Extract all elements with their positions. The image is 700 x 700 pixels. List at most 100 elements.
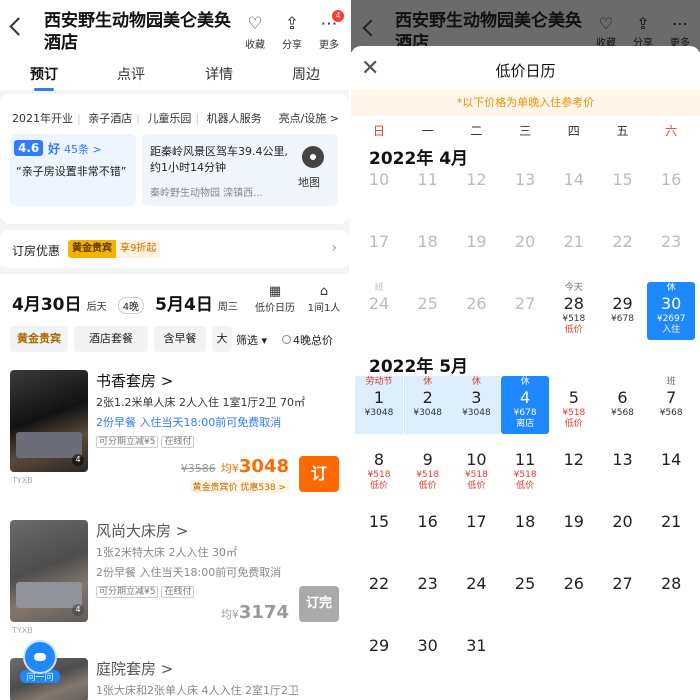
- booking-promo-row[interactable]: 订房优惠 黄金贵宾 享9折起 ›: [0, 230, 349, 268]
- date-number: 11: [417, 170, 438, 189]
- score-badge: 4.6: [14, 140, 44, 156]
- back-arrow-icon[interactable]: [9, 17, 28, 36]
- calendar-icon: ▦: [268, 284, 282, 299]
- date-status: 低价: [516, 481, 535, 491]
- guests-button[interactable]: ⌂ 1间1人: [302, 284, 346, 314]
- date-number: 20: [612, 512, 633, 531]
- facilities-link[interactable]: 亮点/设施 >: [279, 110, 339, 126]
- date-cell[interactable]: 8 ¥518 低价: [355, 438, 403, 496]
- dimmed-header: 西安野生动物园美仑美奂酒店 ♡ 收藏 ⇪ 分享 ⋯ 更多: [351, 0, 700, 53]
- share-icon: ⇪: [636, 14, 650, 33]
- gold-member-badge: 黄金贵宾 享9折起: [68, 240, 161, 258]
- date-number: 24: [466, 574, 487, 593]
- date-status: 离店: [516, 419, 535, 429]
- four-night-total-toggle[interactable]: 4晚总价: [282, 332, 333, 348]
- date-cell[interactable]: 14: [647, 438, 695, 496]
- tab-details[interactable]: 详情: [189, 64, 249, 84]
- book-button[interactable]: 订: [299, 456, 339, 492]
- rating-box[interactable]: 4.6 好 45条 > “亲子房设置非常不错”: [10, 134, 136, 206]
- date-cell[interactable]: 休 2 ¥3048: [403, 376, 452, 434]
- filter-package[interactable]: 酒店套餐: [74, 326, 148, 352]
- date-number: 12: [563, 450, 584, 469]
- date-cell: 19: [452, 220, 500, 278]
- date-cell[interactable]: 19: [550, 500, 598, 558]
- date-cell: 18: [404, 220, 452, 278]
- selected-date-cell[interactable]: 休 4 ¥678 离店: [501, 376, 550, 434]
- date-price: ¥568: [659, 408, 683, 418]
- more-button[interactable]: ⋯ 更多 4: [312, 10, 346, 51]
- filter-gold[interactable]: 黄金贵宾: [10, 326, 68, 352]
- date-cell[interactable]: 13: [599, 438, 647, 496]
- date-cell[interactable]: 6 ¥568: [599, 376, 647, 434]
- date-cell[interactable]: 30: [404, 624, 452, 682]
- review-count: 45条 >: [64, 143, 102, 156]
- date-number: 27: [514, 294, 536, 313]
- date-cell[interactable]: 劳动节 1 ¥3048: [355, 376, 403, 434]
- date-number: 6: [617, 388, 628, 407]
- date-tag: [355, 438, 403, 450]
- date-cell[interactable]: 15: [355, 500, 403, 558]
- filter-dropdown[interactable]: 筛选 ▾: [236, 332, 267, 348]
- date-tag: [404, 220, 452, 232]
- tab-nearby[interactable]: 周边: [276, 64, 336, 84]
- date-cell: 23: [647, 220, 695, 278]
- date-cell[interactable]: 24: [452, 562, 500, 620]
- date-cell[interactable]: 11 ¥518 低价: [501, 438, 549, 496]
- date-number: 19: [563, 512, 584, 531]
- share-button[interactable]: ⇪ 分享: [275, 14, 309, 51]
- date-cell[interactable]: 5 ¥518 低价: [550, 376, 598, 434]
- date-cell: 26: [452, 282, 500, 340]
- date-tag: 休: [666, 283, 676, 293]
- date-tag: [452, 220, 500, 232]
- date-cell[interactable]: 27: [599, 562, 647, 620]
- date-cell[interactable]: 28: [647, 562, 695, 620]
- date-cell[interactable]: 9 ¥518 低价: [404, 438, 452, 496]
- date-cell[interactable]: 今天 28 ¥518 低价: [550, 282, 598, 340]
- tab-reviews[interactable]: 点评: [101, 64, 161, 84]
- date-number: 20: [514, 232, 536, 251]
- date-number: 10: [368, 170, 390, 189]
- review-quote: “亲子房设置非常不错”: [16, 165, 127, 178]
- selected-date-cell[interactable]: 休 30 ¥2697 入住: [647, 282, 696, 340]
- low-price-calendar-button[interactable]: ▦ 低价日历: [252, 284, 298, 314]
- date-number: 25: [514, 574, 536, 593]
- heart-icon: ♡: [247, 14, 263, 34]
- date-cell[interactable]: 20: [599, 500, 647, 558]
- room-photo[interactable]: 4: [10, 520, 88, 622]
- date-cell[interactable]: 10 ¥518 低价: [452, 438, 500, 496]
- date-cell[interactable]: 25: [501, 562, 549, 620]
- date-cell[interactable]: 17: [452, 500, 500, 558]
- room-photo[interactable]: 4: [10, 370, 88, 472]
- location-box[interactable]: 距秦岭风景区驾车39.4公里,约1小时14分钟 秦岭野生动物园 滦镇西... 地…: [142, 134, 338, 206]
- date-cell[interactable]: 29 ¥678: [599, 282, 647, 340]
- tab-booking[interactable]: 预订: [14, 64, 74, 91]
- date-selector[interactable]: 4月30日 后天 4晚 5月4日 周三: [12, 290, 238, 315]
- favorite-button[interactable]: ♡ 收藏: [238, 14, 272, 51]
- date-cell[interactable]: 21: [647, 500, 695, 558]
- date-number: 27: [612, 574, 633, 593]
- assistant-button[interactable]: 问一问: [20, 640, 60, 688]
- date-cell[interactable]: 16: [404, 500, 452, 558]
- date-cell[interactable]: 12: [550, 438, 598, 496]
- date-number: 16: [661, 170, 682, 189]
- date-number: 28: [563, 294, 584, 313]
- date-tag: [647, 158, 695, 170]
- date-cell[interactable]: 31: [452, 624, 500, 682]
- filter-breakfast[interactable]: 含早餐: [154, 326, 206, 352]
- date-tag: [355, 158, 403, 170]
- date-cell[interactable]: 26: [550, 562, 598, 620]
- room-card[interactable]: 4 风尚大床房 > 1张2米特大床 2人入住 30㎡ 2份早餐 入住当天18:0…: [0, 520, 349, 660]
- date-cell[interactable]: 22: [355, 562, 403, 620]
- date-cell[interactable]: 18: [501, 500, 549, 558]
- date-number: 23: [417, 574, 438, 593]
- date-cell[interactable]: 29: [355, 624, 403, 682]
- hotel-detail-screen: 西安野生动物园美仑美奂酒店 ♡ 收藏 ⇪ 分享 ⋯ 更多 4 预订 点评 详情 …: [0, 0, 349, 700]
- date-cell[interactable]: 班 7 ¥568: [647, 376, 695, 434]
- sold-out-button[interactable]: 订完: [299, 586, 339, 622]
- date-tag: [599, 376, 647, 388]
- room-card[interactable]: 4 书香套房 > 2张1.2米单人床 2人入住 1室1厅2卫 70㎡ 2份早餐 …: [0, 370, 349, 510]
- date-tag: [355, 500, 403, 512]
- filter-more[interactable]: 大: [212, 326, 232, 352]
- date-cell[interactable]: 23: [404, 562, 452, 620]
- date-cell[interactable]: 休 3 ¥3048: [452, 376, 501, 434]
